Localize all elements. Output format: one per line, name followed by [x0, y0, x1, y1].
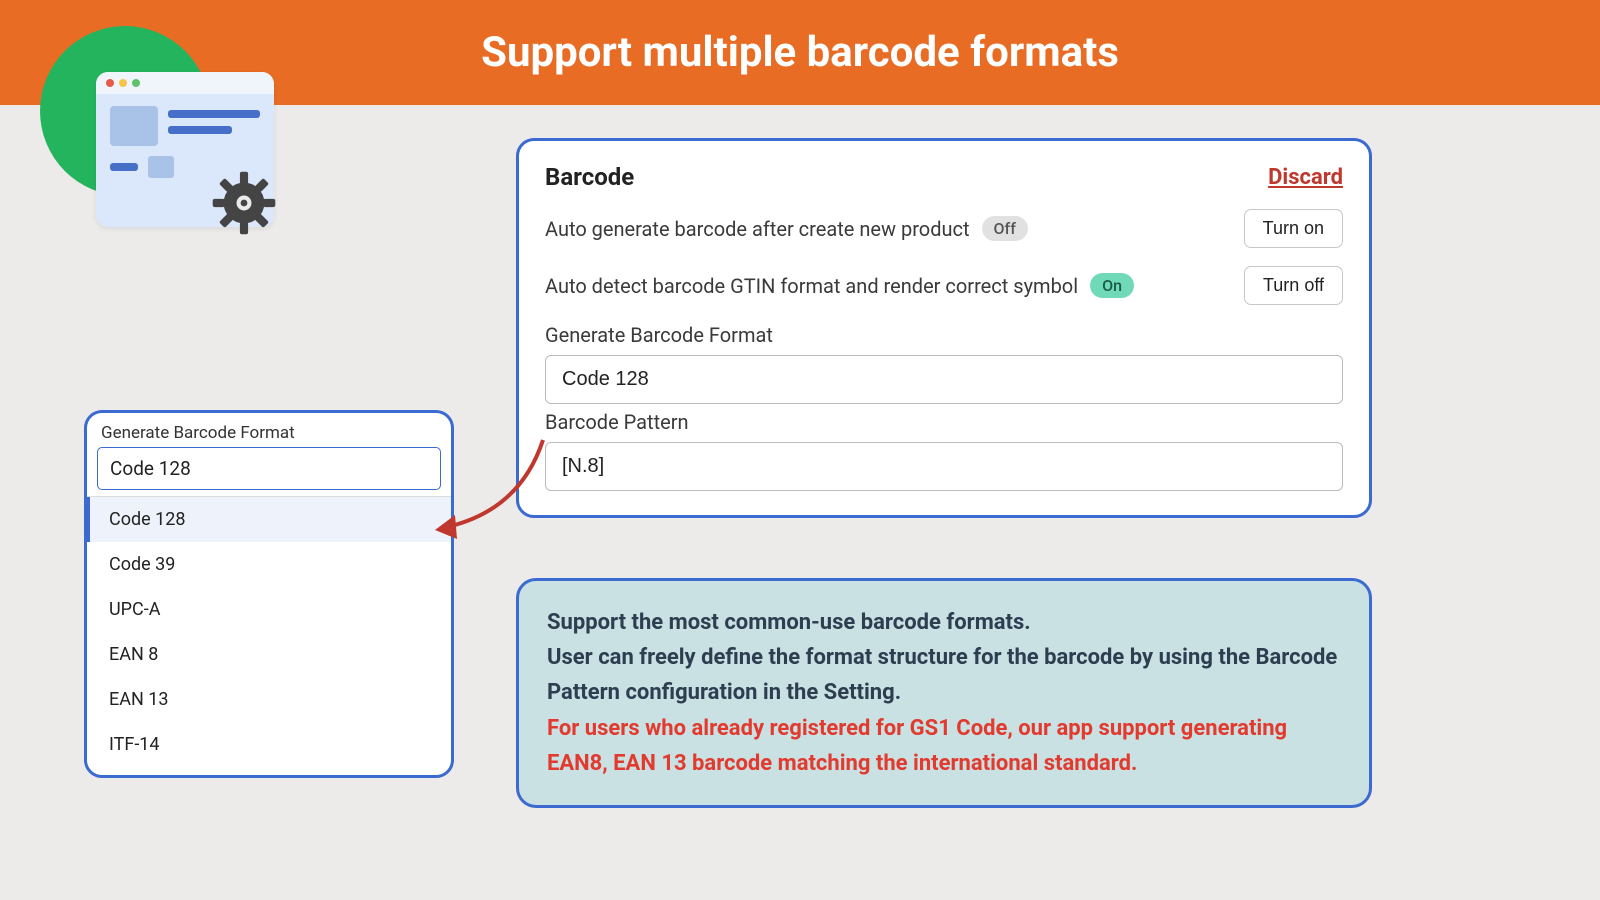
format-dropdown-panel: Generate Barcode Format Code 128 Code 12… [84, 410, 454, 778]
status-badge-off: Off [982, 216, 1028, 241]
dropdown-option-itf14[interactable]: ITF-14 [87, 722, 451, 767]
info-panel: Support the most common-use barcode form… [516, 578, 1372, 808]
info-line3: For users who already registered for GS1… [547, 716, 1287, 776]
panel-title: Barcode [545, 163, 634, 191]
dropdown-option-code128[interactable]: Code 128 [87, 497, 451, 542]
info-line1: Support the most common-use barcode form… [547, 610, 1031, 635]
dropdown-option-code39[interactable]: Code 39 [87, 542, 451, 587]
discard-link[interactable]: Discard [1268, 165, 1343, 190]
format-label: Generate Barcode Format [545, 323, 1343, 347]
info-line2: User can freely define the format struct… [547, 645, 1337, 705]
format-select[interactable] [545, 355, 1343, 404]
turn-on-button[interactable]: Turn on [1244, 209, 1343, 248]
dropdown-list: Code 128 Code 39 UPC-A EAN 8 EAN 13 ITF-… [87, 496, 451, 767]
dropdown-option-upca[interactable]: UPC-A [87, 587, 451, 632]
turn-off-button[interactable]: Turn off [1244, 266, 1343, 305]
gear-icon [210, 169, 278, 237]
status-badge-on: On [1090, 273, 1134, 298]
page-title: Support multiple barcode formats [481, 28, 1119, 77]
dropdown-input[interactable]: Code 128 [97, 447, 441, 490]
barcode-settings-panel: Barcode Discard Auto generate barcode af… [516, 138, 1372, 518]
auto-generate-label: Auto generate barcode after create new p… [545, 217, 970, 241]
settings-illustration [40, 18, 240, 218]
pattern-input[interactable] [545, 442, 1343, 491]
auto-detect-row: Auto detect barcode GTIN format and rend… [545, 266, 1343, 305]
auto-generate-row: Auto generate barcode after create new p… [545, 209, 1343, 248]
auto-detect-label: Auto detect barcode GTIN format and rend… [545, 274, 1078, 298]
dropdown-label: Generate Barcode Format [87, 423, 451, 447]
pattern-label: Barcode Pattern [545, 410, 1343, 434]
dropdown-option-ean8[interactable]: EAN 8 [87, 632, 451, 677]
arrow-icon [425, 435, 555, 545]
dropdown-option-ean13[interactable]: EAN 13 [87, 677, 451, 722]
